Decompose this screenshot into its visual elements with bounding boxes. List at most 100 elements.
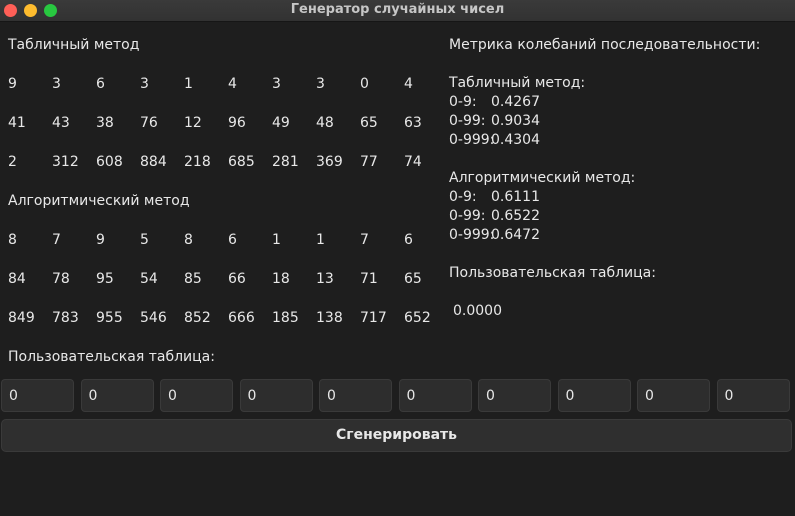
table-method-cell: 43 [52,115,70,131]
table-method-cell: 312 [52,154,79,170]
metrics-range-label: 0-99: [449,113,486,129]
table-method-cell: 48 [316,115,334,131]
algorithmic-method-cell: 6 [404,232,413,248]
algorithmic-method-cell: 849 [8,310,35,326]
metrics-value: 0.6522 [491,208,540,224]
user-table-input[interactable] [398,379,472,412]
title-bar: Генератор случайных чисел [0,0,795,22]
table-method-cell: 9 [8,76,17,92]
metrics-table-line: 0-99: 0.9034 [449,112,760,131]
algorithmic-method-cell: 71 [360,271,378,287]
algorithmic-method-cell: 666 [228,310,255,326]
table-method-cell: 4 [228,76,237,92]
table-method-cell: 2 [8,154,17,170]
algorithmic-method-cell: 852 [184,310,211,326]
metrics-alg-line: 0-999:0.6472 [449,226,760,245]
table-method-cell: 63 [404,115,422,131]
user-table-input[interactable] [1,379,74,412]
metrics-range-label: 0-9: [449,94,477,110]
user-table-input[interactable] [557,379,631,412]
table-method-label: Табличный метод [8,37,140,53]
user-table-input[interactable] [716,379,790,412]
algorithmic-method-cell: 138 [316,310,343,326]
table-method-cell: 281 [272,154,299,170]
user-table-input[interactable] [637,379,710,412]
table-method-cell: 38 [96,115,114,131]
metrics-table-method-label: Табличный метод: [449,75,586,91]
algorithmic-method-cell: 8 [8,232,17,248]
table-method-cell: 1 [184,76,193,92]
user-table-input[interactable] [239,379,313,412]
table-method-cell: 3 [140,76,149,92]
algorithmic-method-label: Алгоритмический метод [8,193,190,209]
metrics-value: 0.9034 [491,113,540,129]
table-method-cell: 4 [404,76,413,92]
algorithmic-method-cell: 8 [184,232,193,248]
algorithmic-method-cell: 66 [228,271,246,287]
algorithmic-method-cell: 65 [404,271,422,287]
metrics-algorithmic-method-label: Алгоритмический метод: [449,170,636,186]
metrics-range-label: 0-99: [449,208,486,224]
table-method-cell: 3 [316,76,325,92]
algorithmic-method-cell: 5 [140,232,149,248]
metrics-table-line: 0-999:0.4304 [449,131,760,150]
table-method-cell: 218 [184,154,211,170]
metrics-value: 0.4304 [491,132,540,148]
metrics-user-value: 0.0000 [453,303,502,319]
table-method-cell: 608 [96,154,123,170]
algorithmic-method-cell: 783 [52,310,79,326]
algorithmic-method-cell: 1 [316,232,325,248]
table-method-cell: 76 [140,115,158,131]
metrics-table-line: 0-9: 0.4267 [449,93,760,112]
algorithmic-method-cell: 7 [52,232,61,248]
table-method-cell: 369 [316,154,343,170]
metrics-alg-line: 0-99: 0.6522 [449,207,760,226]
table-method-cell: 12 [184,115,202,131]
algorithmic-method-cell: 18 [272,271,290,287]
algorithmic-method-cell: 717 [360,310,387,326]
algorithmic-method-cell: 78 [52,271,70,287]
metrics-user-table-label: Пользовательская таблица: [449,265,656,281]
user-table-input[interactable] [80,379,154,412]
table-method-cell: 96 [228,115,246,131]
metrics-alg-line: 0-9: 0.6111 [449,188,760,207]
metrics-panel: Метрика колебаний последовательности: Та… [449,36,760,321]
algorithmic-method-cell: 9 [96,232,105,248]
table-method-cell: 884 [140,154,167,170]
app-window: Генератор случайных чисел Табличный мето… [0,0,795,516]
table-method-cell: 74 [404,154,422,170]
algorithmic-method-cell: 54 [140,271,158,287]
metrics-range-label: 0-999: [449,227,495,243]
metrics-value: 0.4267 [491,94,540,110]
algorithmic-method-cell: 652 [404,310,431,326]
metrics-range-label: 0-999: [449,132,495,148]
table-method-cell: 77 [360,154,378,170]
metrics-range-label: 0-9: [449,189,477,205]
algorithmic-method-cell: 13 [316,271,334,287]
window-title: Генератор случайных чисел [290,2,505,17]
algorithmic-method-cell: 546 [140,310,167,326]
metrics-heading: Метрика колебаний последовательности: [449,37,761,53]
table-method-cell: 49 [272,115,290,131]
algorithmic-method-cell: 1 [272,232,281,248]
table-method-cell: 3 [52,76,61,92]
algorithmic-method-cell: 955 [96,310,123,326]
table-method-cell: 41 [8,115,26,131]
table-method-cell: 3 [272,76,281,92]
algorithmic-method-cell: 6 [228,232,237,248]
user-table-input[interactable] [478,379,551,412]
user-table-input[interactable] [319,379,392,412]
algorithmic-method-cell: 84 [8,271,26,287]
table-method-cell: 6 [96,76,105,92]
metrics-value: 0.6111 [491,189,540,205]
algorithmic-method-cell: 95 [96,271,114,287]
user-table-input[interactable] [160,379,233,412]
table-method-cell: 685 [228,154,255,170]
generate-button[interactable]: Сгенерировать [1,419,792,452]
algorithmic-method-cell: 85 [184,271,202,287]
table-method-cell: 0 [360,76,369,92]
user-table-label: Пользовательская таблица: [8,349,215,365]
table-method-cell: 65 [360,115,378,131]
metrics-value: 0.6472 [491,227,540,243]
algorithmic-method-cell: 7 [360,232,369,248]
